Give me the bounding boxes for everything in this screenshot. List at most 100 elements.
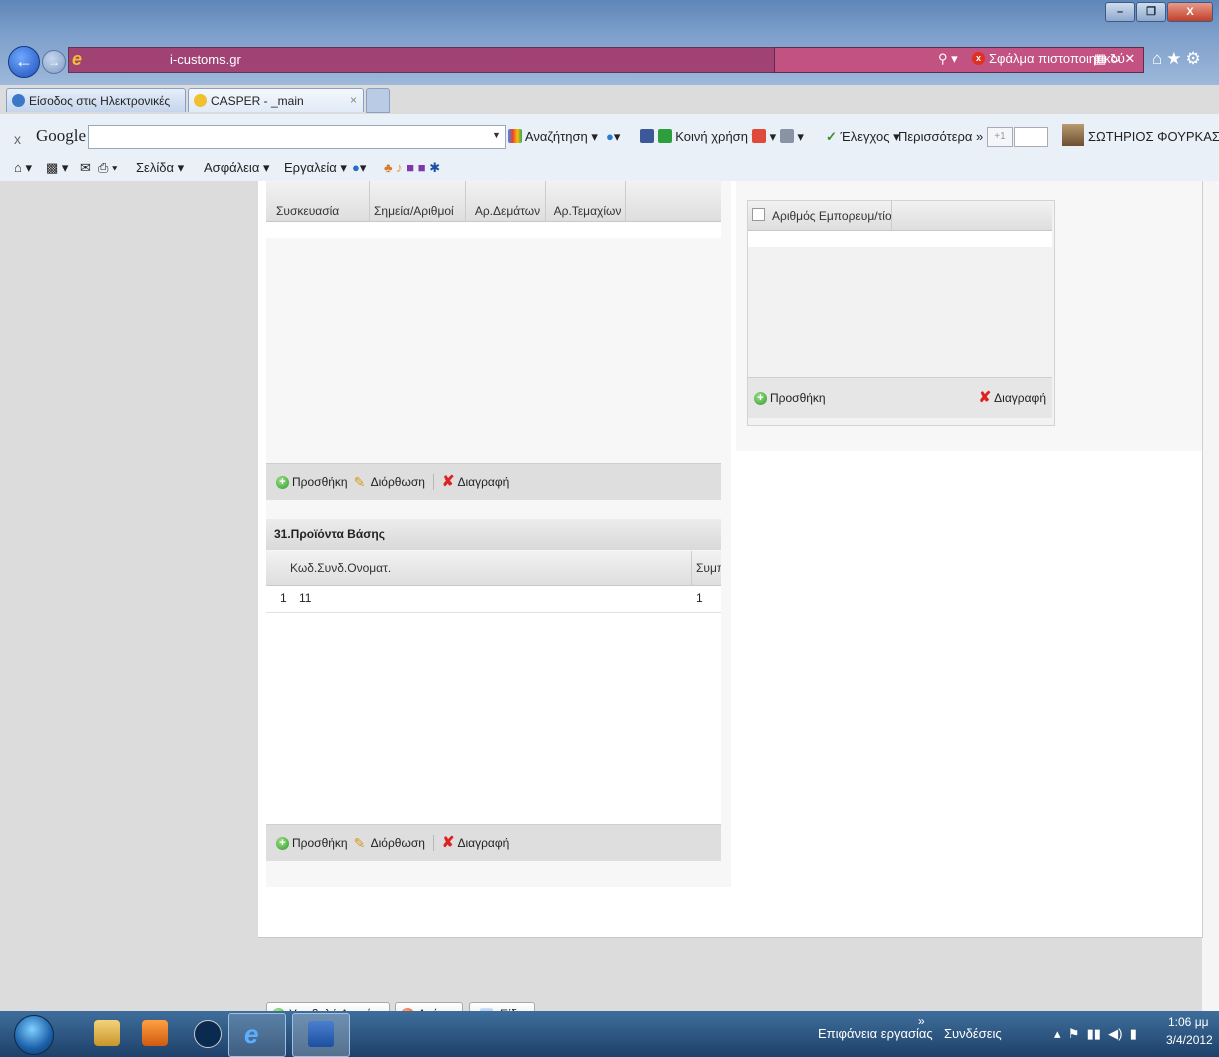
check-icon: ✓ (826, 129, 837, 144)
word-taskbar-button[interactable] (292, 1013, 350, 1057)
base-products-toolbar: + Προσθήκη ✎ Διόρθωση ✘ Διαγραφή (266, 824, 721, 861)
tray-icons[interactable]: ▴ ⚑ ▮▮ ◀) ▮ (1054, 1026, 1137, 1042)
ie-icon: e (244, 1019, 259, 1049)
google-search-button[interactable]: Αναζήτηση ▾ (508, 129, 598, 145)
ie-icon (194, 94, 207, 107)
delete-button[interactable]: ✘ Διαγραφή (442, 835, 509, 850)
items-grid-header: Αριθμός Εμπορευμ/τίου (748, 201, 1052, 231)
column-header[interactable]: Συμπ (692, 551, 721, 585)
plus-one-counter (1014, 127, 1048, 147)
user-menu[interactable]: ΣΩΤΗΡΙΟΣ ΦΟΥΡΚΑΣ ▾ 🔧 (1088, 129, 1219, 145)
column-header[interactable]: Συσκευασία (272, 181, 370, 221)
separator (432, 474, 434, 490)
feeds-icon[interactable]: ▩ ▾ (46, 160, 68, 176)
back-arrow-icon[interactable]: ← (8, 46, 40, 78)
google-search-input[interactable] (88, 125, 506, 149)
site-icon (12, 94, 25, 107)
mail-icon[interactable]: ✉ (80, 160, 91, 176)
google-icon (508, 129, 522, 143)
add-button[interactable]: + Προσθήκη (754, 391, 826, 405)
edit-button[interactable]: ✎ Διόρθωση (354, 475, 425, 489)
base-products-grid-header: Κωδ.Συνδ.Ονοματ. Συμπ (266, 551, 721, 586)
pencil-icon: ✎ (353, 474, 366, 490)
addon-icons[interactable]: ♣ ♪ ■ ■ ✱ (384, 160, 440, 176)
help-icon[interactable]: ●▾ (352, 160, 366, 176)
add-button[interactable]: + Προσθήκη (276, 836, 348, 850)
chevron-right-icon[interactable]: » (918, 1014, 925, 1028)
safety-menu[interactable]: Ασφάλεια ▾ (204, 160, 269, 176)
minimize-button[interactable]: – (1105, 2, 1135, 22)
blue-drop-icon[interactable]: ●▾ (606, 129, 620, 145)
clock-time[interactable]: 1:06 μμ (1168, 1015, 1209, 1029)
cert-error-icon: x (972, 52, 985, 65)
more-button[interactable]: Περισσότερα » (898, 129, 983, 144)
blocker-icon[interactable]: ▾ ▾ (752, 129, 804, 145)
edit-button[interactable]: ✎ Διόρθωση (354, 836, 425, 850)
print-icon[interactable]: ⎙ ▾ (98, 160, 117, 176)
home-icon[interactable]: ⌂ ▾ (14, 160, 32, 176)
packages-grid-body (266, 222, 721, 238)
share-icon (657, 129, 672, 143)
address-text[interactable]: i-customs.gr (170, 52, 241, 67)
delete-icon: ✘ (441, 473, 455, 490)
word-icon (308, 1021, 334, 1047)
facebook-icon (640, 129, 654, 143)
items-grid-body (748, 231, 1052, 247)
add-button[interactable]: + Προσθήκη (276, 475, 348, 489)
ie-taskbar-button[interactable]: e (228, 1013, 286, 1057)
explorer-taskbar-button[interactable] (80, 1014, 134, 1054)
add-icon: + (276, 475, 289, 489)
google-logo: Google (36, 126, 87, 145)
connections-toolbar[interactable]: Συνδέσεις (944, 1026, 1002, 1041)
table-row[interactable]: 1 11 1 (266, 586, 721, 613)
delete-icon: ✘ (978, 389, 992, 406)
column-header[interactable]: Κωδ.Συνδ.Ονοματ. (286, 551, 692, 585)
product-value: 1 (696, 591, 703, 605)
refresh-stop-icons[interactable]: ▦ ↻ ✕ (1094, 51, 1135, 67)
row-number: 1 (280, 591, 287, 605)
select-all-checkbox[interactable] (748, 201, 768, 230)
new-tab-button[interactable] (366, 88, 390, 113)
add-icon: + (754, 391, 767, 405)
column-header[interactable]: Σημεία/Αριθμοί (370, 181, 466, 221)
close-window-button[interactable]: X (1167, 2, 1213, 22)
close-toolbar-icon[interactable]: x (14, 131, 21, 147)
packages-grid-header: Συσκευασία Σημεία/Αριθμοί Αρ.Δεμάτων Αρ.… (266, 181, 721, 222)
ie-icon: e (72, 49, 83, 69)
hp-taskbar-button[interactable] (180, 1014, 234, 1054)
forward-arrow-icon[interactable]: → (42, 50, 66, 74)
share-button[interactable]: Κοινή χρήση ▾ (640, 129, 758, 145)
tools-menu[interactable]: Εργαλεία ▾ (284, 160, 347, 176)
column-header[interactable]: Αρ.Δεμάτων (466, 181, 546, 221)
start-button[interactable] (14, 1015, 54, 1055)
clock-date[interactable]: 3/4/2012 (1166, 1033, 1213, 1047)
chevron-down-icon[interactable]: ▼ (492, 130, 501, 140)
delete-button[interactable]: ✘ Διαγραφή (978, 389, 1046, 406)
delete-button[interactable]: ✘ Διαγραφή (441, 473, 509, 490)
tab-close-icon[interactable]: × (350, 93, 357, 107)
tab-login[interactable]: Είσοδος στις Ηλεκτρονικές Υπ... (6, 88, 186, 132)
base-products-grid-body (266, 586, 721, 824)
pencil-icon: ✎ (353, 835, 366, 851)
check-button[interactable]: ✓ Έλεγχος ▾ (826, 129, 900, 145)
maximize-button[interactable]: ❐ (1136, 2, 1166, 22)
base-products-title: 31.Προϊόντα Βάσης (266, 519, 721, 550)
media-taskbar-button[interactable] (128, 1014, 182, 1054)
hp-icon (194, 1020, 222, 1048)
column-header[interactable]: Αριθμός Εμπορευμ/τίου (768, 201, 892, 230)
page-menu[interactable]: Σελίδα ▾ (136, 160, 184, 176)
items-toolbar: + Προσθήκη ✘ Διαγραφή (748, 377, 1052, 418)
tab-casper[interactable]: CASPER - _main (188, 88, 364, 112)
media-icon (142, 1020, 168, 1046)
avatar[interactable] (1062, 124, 1084, 146)
plus-one-button[interactable]: +1 (987, 127, 1013, 147)
search-icon[interactable]: ⚲ ▾ (938, 51, 958, 67)
add-icon: + (276, 836, 289, 850)
packages-toolbar: + Προσθήκη ✎ Διόρθωση ✘ Διαγραφή (266, 463, 721, 500)
page-scroll-area[interactable] (1202, 181, 1219, 1011)
product-code: 11 (299, 591, 312, 605)
home-favorites-icons[interactable]: ⌂★⚙ (1152, 49, 1205, 69)
desktop-toolbar[interactable]: Επιφάνεια εργασίας (818, 1026, 933, 1041)
column-header[interactable]: Αρ.Τεμαχίων (546, 181, 626, 221)
separator (432, 835, 434, 851)
